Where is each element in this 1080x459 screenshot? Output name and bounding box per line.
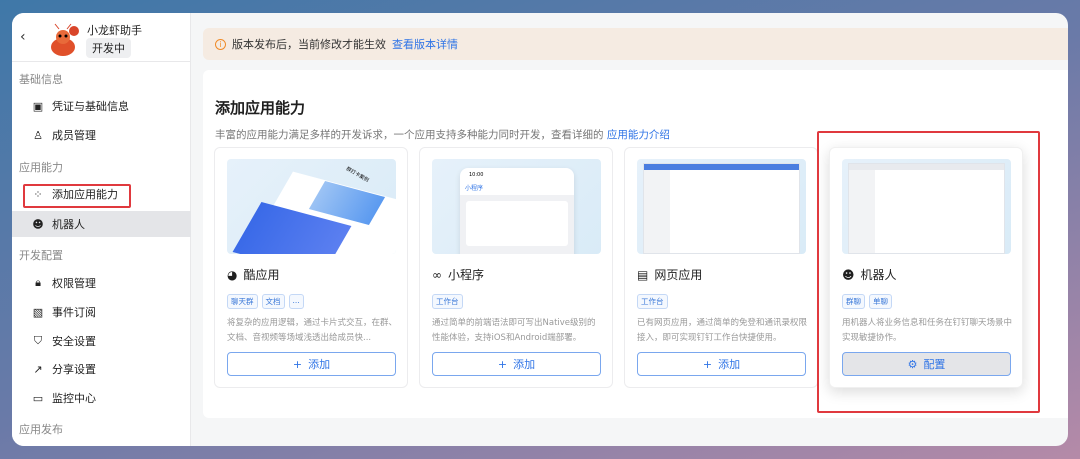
tag-list: 工作台 <box>637 294 668 309</box>
button-label: 添加 <box>308 358 331 371</box>
sidebar-item-events[interactable]: ▧ 事件订阅 <box>12 299 191 325</box>
add-cool-app-button[interactable]: + 添加 <box>227 352 396 376</box>
sidebar: ‹ 小龙虾助手 开发中 基础信息 ▣ 凭证与基础信息 ♙ 成员管理 应用能力 ⁘ 添加… <box>12 13 191 446</box>
version-banner: i 版本发布后，当前修改才能生效 查看版本详情 <box>203 28 1068 60</box>
sidebar-item-permissions[interactable]: 🔒︎ 权限管理 <box>12 270 191 296</box>
section-basic-info: 基础信息 <box>19 73 63 86</box>
tag: 工作台 <box>637 294 668 309</box>
sidebar-item-label: 事件订阅 <box>52 306 96 319</box>
sidebar-item-label: 分享设置 <box>52 363 96 376</box>
section-app-capabilities: 应用能力 <box>19 161 63 174</box>
tag-more[interactable]: ... <box>288 294 304 309</box>
card-title-text: 网页应用 <box>654 268 703 282</box>
button-label: 添加 <box>513 358 536 371</box>
card-title-text: 酷应用 <box>243 268 280 282</box>
sidebar-item-credentials[interactable]: ▣ 凭证与基础信息 <box>12 93 191 119</box>
card-mini-program: 10:00 小程序 ∞ 小程序 工作台 通过简单的前端语法即可写出Native级别… <box>419 147 613 388</box>
banner-text: 版本发布后，当前修改才能生效 <box>232 38 386 51</box>
card-title: ◕ 酷应用 <box>227 266 280 283</box>
card-description: 将复杂的应用逻辑，通过卡片式交互，在群、文档、音视频等场域浅透出给成员快... <box>227 318 397 343</box>
page-subtitle: 丰富的应用能力满足多样的开发诉求，一个应用支持多种能力同时开发，查看详细的 应用… <box>215 127 670 142</box>
capability-intro-link[interactable]: 应用能力介绍 <box>607 129 670 141</box>
sidebar-item-members[interactable]: ♙ 成员管理 <box>12 122 191 148</box>
add-web-app-button[interactable]: + 添加 <box>637 352 806 376</box>
preview-text: 群打卡案例 <box>344 166 370 184</box>
web-app-preview <box>637 159 806 254</box>
card-web-app: ▤ 网页应用 工作台 已有网页应用，通过简单的免登和通讯录权限接入，即可实现钉钉工… <box>624 147 818 388</box>
section-app-release: 应用发布 <box>19 423 63 436</box>
section-dev-config: 开发配置 <box>19 249 63 262</box>
shield-icon: ⛉ <box>33 334 43 347</box>
card-title: ∞ 小程序 <box>432 266 484 283</box>
card-description: 已有网页应用，通过简单的免登和通讯录权限接入，即可实现钉钉工作台快捷使用。 <box>637 318 807 343</box>
info-icon: i <box>215 38 226 50</box>
highlight-box <box>23 184 131 208</box>
sidebar-item-label: 成员管理 <box>52 129 96 142</box>
sidebar-item-label: 安全设置 <box>52 335 96 348</box>
button-label: 添加 <box>718 358 741 371</box>
plus-icon: + <box>702 357 713 371</box>
sidebar-item-label: 权限管理 <box>52 277 96 290</box>
tag: 聊天群 <box>227 294 258 309</box>
subtitle-text: 丰富的应用能力满足多样的开发诉求，一个应用支持多种能力同时开发，查看详细的 <box>215 129 604 141</box>
sidebar-item-label: 监控中心 <box>52 392 96 405</box>
highlight-box <box>817 131 1040 413</box>
cool-app-preview: 群打卡案例 <box>227 159 396 254</box>
avatar <box>51 23 79 56</box>
plus-icon: + <box>292 357 303 371</box>
page-title: 添加应用能力 <box>215 99 306 117</box>
status-badge: 开发中 <box>86 38 131 58</box>
lock-icon: 🔒︎ <box>35 276 41 289</box>
monitor-icon: ▭ <box>32 391 44 405</box>
user-icon: ♙ <box>33 128 43 142</box>
sidebar-item-label: 机器人 <box>52 218 85 231</box>
phone-mockup: 10:00 小程序 <box>460 168 574 254</box>
tag: 工作台 <box>432 294 463 309</box>
sidebar-item-security[interactable]: ⛉ 安全设置 <box>12 328 191 354</box>
tag-list: 聊天群 文档... <box>227 294 304 309</box>
card-title: ▤ 网页应用 <box>637 266 702 283</box>
cool-app-icon: ◕ <box>227 267 238 282</box>
mini-program-preview: 10:00 小程序 <box>432 159 601 254</box>
card-description: 通过简单的前端语法即可写出Native级别的性能体验，支持iOS和Android… <box>432 318 596 343</box>
robot-icon: ☻ <box>32 217 44 231</box>
card-title-text: 小程序 <box>448 268 485 282</box>
sidebar-item-robot[interactable]: ☻ 机器人 <box>12 211 191 237</box>
tag-list: 工作台 <box>432 294 463 309</box>
view-version-link[interactable]: 查看版本详情 <box>392 36 458 52</box>
sidebar-item-share[interactable]: ↗ 分享设置 <box>12 356 191 382</box>
chevron-left-icon[interactable]: ‹ <box>20 29 26 45</box>
sidebar-header: ‹ 小龙虾助手 开发中 <box>12 13 190 62</box>
rss-icon: ▧ <box>32 305 44 319</box>
sidebar-item-label: 凭证与基础信息 <box>52 100 129 113</box>
app-name: 小龙虾助手 <box>87 24 142 37</box>
preview-title: 小程序 <box>465 185 484 192</box>
share-icon: ↗ <box>33 362 43 376</box>
card-cool-app: 群打卡案例 ◕ 酷应用 聊天群 文档... 将复杂的应用逻辑，通过卡片式交互，在群、… <box>214 147 408 388</box>
preview-time: 10:00 <box>469 172 484 178</box>
browser-icon: ▤ <box>637 267 649 282</box>
infinity-icon: ∞ <box>432 267 442 282</box>
credential-icon: ▣ <box>32 99 44 113</box>
tag: 文档 <box>261 294 285 309</box>
plus-icon: + <box>497 357 508 371</box>
sidebar-item-monitor[interactable]: ▭ 监控中心 <box>12 385 191 411</box>
add-mini-program-button[interactable]: + 添加 <box>432 352 601 376</box>
